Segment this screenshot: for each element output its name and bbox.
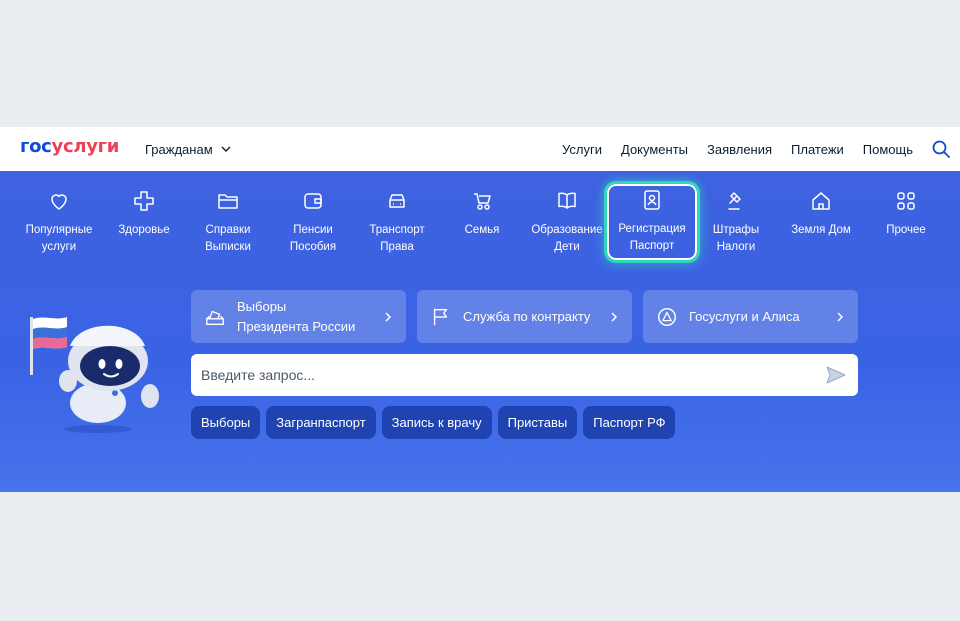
category-health[interactable]: Здоровье <box>102 185 186 239</box>
ballot-box-icon <box>203 305 227 329</box>
send-button[interactable] <box>824 363 848 387</box>
house-icon <box>779 189 863 217</box>
category-education[interactable]: Образование Дети <box>525 185 609 256</box>
chevron-right-icon <box>837 311 844 322</box>
gosuslugi-logo[interactable]: госуслуги <box>20 136 119 157</box>
medical-cross-icon <box>102 189 186 217</box>
nav-documents[interactable]: Документы <box>621 142 688 157</box>
stroller-icon <box>440 189 524 217</box>
search-input[interactable] <box>201 367 824 383</box>
heart-icon <box>17 189 101 217</box>
car-icon <box>355 189 439 217</box>
audience-dropdown[interactable]: Гражданам <box>145 137 231 161</box>
hero-section: Популярные услуги Здоровье Справки Выпис… <box>0 171 960 492</box>
category-other[interactable]: Прочее <box>864 185 948 239</box>
gavel-icon <box>694 189 778 217</box>
passport-icon <box>607 188 697 216</box>
search-icon <box>932 140 950 158</box>
nav-payments[interactable]: Платежи <box>791 142 844 157</box>
quick-link-alice[interactable]: Госуслуги и Алиса <box>643 290 858 343</box>
top-header: госуслуги Гражданам Услуги Документы Зая… <box>0 127 960 171</box>
suggestion-chips: Выборы Загранпаспорт Запись к врачу Прис… <box>191 406 676 439</box>
quick-link-elections[interactable]: Выборы Президента России <box>191 290 406 343</box>
grid-icon <box>864 189 948 217</box>
category-popular[interactable]: Популярные услуги <box>17 185 101 256</box>
chevron-right-icon <box>611 311 618 322</box>
send-icon <box>826 366 846 384</box>
nav-help[interactable]: Помощь <box>863 142 913 157</box>
category-registration-passport[interactable]: Регистрация Паспорт <box>604 181 700 263</box>
nav-services[interactable]: Услуги <box>562 142 602 157</box>
main-search-bar <box>191 354 858 396</box>
chevron-right-icon <box>385 311 392 322</box>
category-fines-taxes[interactable]: Штрафы Налоги <box>694 185 778 256</box>
category-transport[interactable]: Транспорт Права <box>355 185 439 256</box>
folder-icon <box>186 189 270 217</box>
audience-label: Гражданам <box>145 141 213 157</box>
alice-icon <box>655 305 679 329</box>
wallet-icon <box>271 189 355 217</box>
robot-mascot <box>20 311 165 436</box>
chip-foreign-passport[interactable]: Загранпаспорт <box>266 406 376 439</box>
category-family[interactable]: Семья <box>440 185 524 239</box>
chip-bailiffs[interactable]: Приставы <box>497 406 578 439</box>
category-pensions[interactable]: Пенсии Пособия <box>271 185 355 256</box>
header-search-button[interactable] <box>930 134 952 164</box>
nav-applications[interactable]: Заявления <box>707 142 772 157</box>
chevron-down-icon <box>221 146 231 152</box>
chip-elections[interactable]: Выборы <box>191 406 261 439</box>
quick-link-contract-service[interactable]: Служба по контракту <box>417 290 632 343</box>
chip-doctor-appointment[interactable]: Запись к врачу <box>381 406 492 439</box>
book-icon <box>525 189 609 217</box>
category-certificates[interactable]: Справки Выписки <box>186 185 270 256</box>
flag-icon <box>429 305 453 329</box>
category-land-house[interactable]: Земля Дом <box>779 185 863 239</box>
top-nav: Услуги Документы Заявления Платежи Помощ… <box>562 137 913 161</box>
chip-passport-rf[interactable]: Паспорт РФ <box>583 406 676 439</box>
